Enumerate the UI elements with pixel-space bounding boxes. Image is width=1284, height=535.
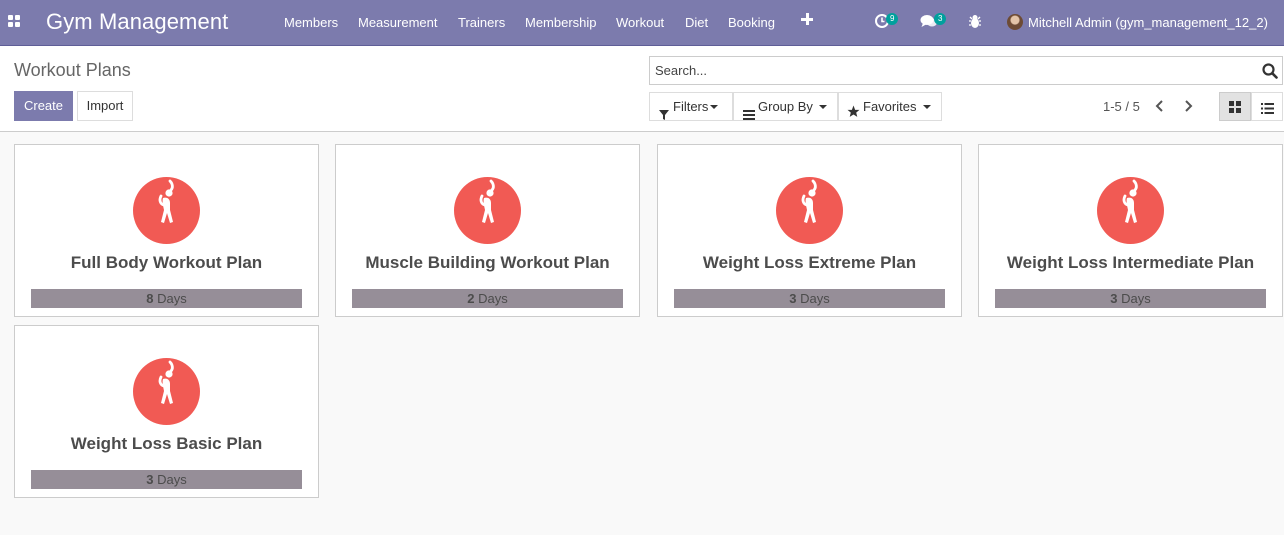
chevron-down-icon [923,105,931,109]
card-duration-bar: 3 Days [995,289,1266,308]
group-by-icon [743,102,755,129]
apps-grid-icon[interactable] [8,15,22,29]
card-duration-bar: 3 Days [31,470,302,489]
group-by-button[interactable]: Group By [733,92,838,121]
card-days-unit: Days [478,291,508,306]
control-panel: Workout Plans Create Import Filters Grou… [0,46,1284,132]
create-button[interactable]: Create [14,91,73,121]
card-days-unit: Days [1121,291,1151,306]
list-view-icon [1261,102,1274,117]
menu-diet[interactable]: Diet [685,15,708,30]
card-title: Weight Loss Extreme Plan [702,253,917,272]
workout-person-icon [454,177,521,244]
kanban-view-icon [1229,101,1241,116]
card-days-value: 3 [1110,291,1118,306]
pager-value[interactable]: 1-5 / 5 [1103,99,1140,114]
card-days-value: 2 [467,291,475,306]
kanban-card[interactable]: Muscle Building Workout Plan 2 Days [335,144,640,317]
card-days-value: 8 [146,291,154,306]
activity-count-badge: 9 [886,13,899,25]
filters-button[interactable]: Filters [649,92,733,121]
kanban-card[interactable]: Weight Loss Extreme Plan 3 Days [657,144,962,317]
card-days-value: 3 [789,291,797,306]
workout-person-icon [776,177,843,244]
chevron-down-icon [819,105,827,109]
card-duration-bar: 8 Days [31,289,302,308]
workout-person-icon [133,358,200,425]
card-title: Weight Loss Intermediate Plan [1006,253,1255,272]
favorites-label: Favorites [863,99,917,114]
page-title: Workout Plans [14,60,131,80]
card-days-unit: Days [157,472,187,487]
card-title: Weight Loss Basic Plan [70,434,263,453]
user-menu[interactable]: Mitchell Admin (gym_management_12_2) [1028,15,1268,30]
menu-membership[interactable]: Membership [525,15,597,30]
card-title: Muscle Building Workout Plan [365,253,610,272]
filters-label: Filters [673,99,709,114]
menu-booking[interactable]: Booking [728,15,775,30]
group-by-label: Group By [758,99,813,114]
menu-measurement[interactable]: Measurement [358,15,437,30]
filter-icon [659,102,669,129]
card-days-value: 3 [146,472,154,487]
messages-count-badge: 3 [934,13,947,25]
import-button[interactable]: Import [77,91,133,121]
search-box [649,56,1283,85]
plus-icon[interactable] [801,13,813,25]
menu-workout[interactable]: Workout [616,15,664,30]
menu-members[interactable]: Members [284,15,338,30]
top-navbar: Gym Management Members Measurement Train… [0,0,1284,46]
workout-person-icon [1097,177,1164,244]
card-days-unit: Days [157,291,187,306]
card-duration-bar: 2 Days [352,289,623,308]
kanban-card[interactable]: Full Body Workout Plan 8 Days [14,144,319,317]
avatar[interactable] [1007,14,1023,30]
workout-person-icon [133,177,200,244]
star-icon [847,100,860,127]
card-title: Full Body Workout Plan [70,253,263,272]
kanban-card[interactable]: Weight Loss Intermediate Plan 3 Days [978,144,1283,317]
card-duration-bar: 3 Days [674,289,945,308]
kanban-card[interactable]: Weight Loss Basic Plan 3 Days [14,325,319,498]
favorites-button[interactable]: Favorites [838,92,942,121]
card-days-unit: Days [800,291,830,306]
search-input[interactable] [655,57,1245,84]
list-view-button[interactable] [1251,92,1283,121]
kanban-view-button[interactable] [1219,92,1251,121]
bug-icon[interactable] [968,14,982,32]
search-icon[interactable] [1262,63,1278,79]
menu-trainers[interactable]: Trainers [458,15,505,30]
app-brand[interactable]: Gym Management [46,9,228,35]
chevron-left-icon[interactable] [1154,99,1168,113]
chevron-down-icon [710,105,718,109]
chevron-right-icon[interactable] [1182,99,1196,113]
